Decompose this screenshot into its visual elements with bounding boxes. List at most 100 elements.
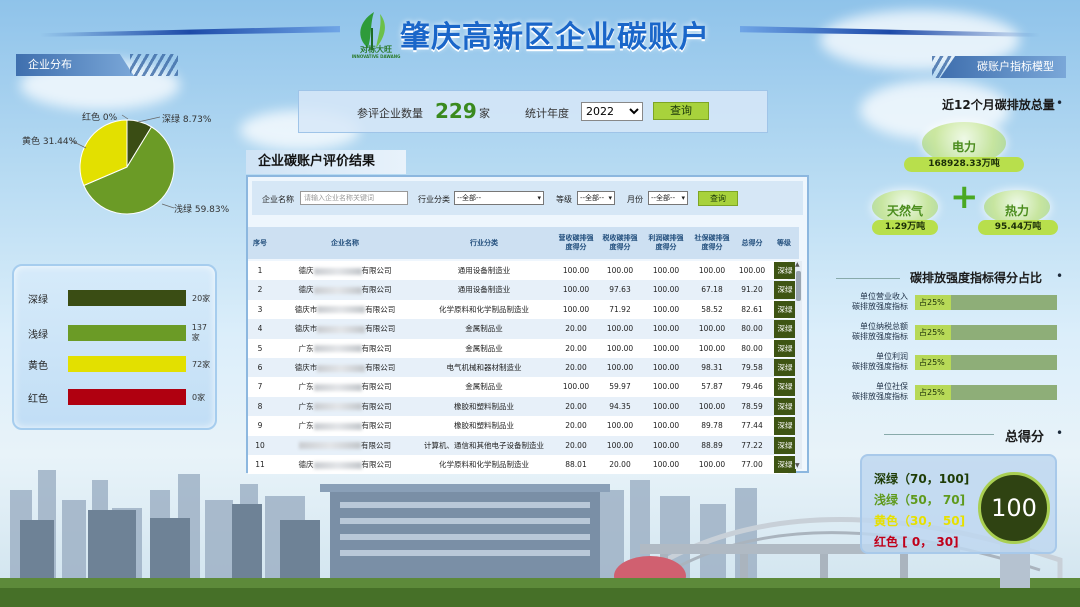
cell-total: 78.59 [741, 401, 763, 411]
share-title: 碳排放强度指标得分占比 [910, 271, 1043, 285]
cell-revenue: 20.00 [565, 363, 587, 372]
cell-social: 58.52 [701, 304, 723, 314]
table-scrollbar[interactable]: ▲ ▼ [795, 261, 802, 469]
stats-bar: 参评企业数量 229 家 统计年度 2022 查询 [298, 90, 768, 133]
cell-social: 88.89 [701, 440, 723, 450]
name-prefix: 广东 [298, 421, 314, 431]
level-badge: 深绿 [774, 262, 796, 280]
evaluation-table-panel: 企业名称 请输入企业名称关键词 行业分类 --全部-- ▾ 等级 --全部-- ▾ … [246, 175, 809, 475]
name-prefix: 德庆 [298, 266, 314, 275]
cell-social: 98.31 [701, 363, 723, 372]
table-row[interactable]: 4 德庆市 有限公司 金属制品业 20.00 100.00 100.00 100.00 80.0… [248, 319, 796, 339]
year-select[interactable]: 2022 [581, 102, 643, 121]
industry-select[interactable]: --全部-- ▾ [454, 191, 544, 205]
cell-tax: 100.00 [606, 343, 634, 353]
indicator-label-line1: 单位社保 [876, 382, 908, 391]
cell-tax: 100.00 [606, 324, 634, 334]
table-row[interactable]: 8 广东 有限公司 橡胶和塑料制品业 20.00 94.35 100.00 100.00 78.… [248, 396, 796, 417]
cell-profit: 100.00 [652, 401, 680, 411]
cell-name: 德庆 有限公司 [272, 261, 418, 280]
page-title: 肇庆高新区企业碳账户 [400, 20, 710, 55]
filter-level-label: 等级 [556, 195, 572, 204]
redacted-text [313, 403, 362, 411]
cell-industry: 电气机械和器材制造业 [446, 363, 522, 372]
score-range-yellow: 黄色（30， 50] [874, 514, 966, 528]
cell-profit: 100.00 [652, 304, 680, 314]
legend-bar [68, 290, 186, 306]
cell-industry: 通用设备制造业 [457, 285, 511, 295]
cell-tax: 97.63 [609, 285, 631, 295]
cell-profit: 100.00 [652, 266, 680, 275]
table-row[interactable]: 5 广东 有限公司 金属制品业 20.00 100.00 100.00 100.00 80.00… [248, 338, 796, 358]
cell-revenue: 100.00 [562, 285, 590, 295]
table-row[interactable]: 3 德庆市 有限公司 化学原料和化学制品制造业 100.00 71.92 100.00 58.… [248, 299, 796, 320]
cell-profit: 100.00 [652, 285, 680, 295]
scroll-thumb[interactable] [796, 271, 801, 301]
table-row[interactable]: 7 广东 有限公司 金属制品业 100.00 59.97 100.00 57.87 79.46 深… [248, 377, 796, 397]
indicator-bar: 占25% [915, 385, 1057, 400]
legend-bar [68, 389, 186, 405]
indicator-label-line2: 碳排放强度指标 [852, 332, 908, 341]
name-suffix: 有限公司 [361, 382, 392, 392]
name-prefix: 德庆市 [294, 304, 318, 314]
legend-count: 20家 [192, 293, 211, 303]
month-select[interactable]: --全部-- ▾ [648, 191, 688, 205]
cell-social: 89.78 [701, 421, 723, 431]
score-range-red: 红色 [ 0， 30] [874, 535, 959, 549]
pie-label-dark-green: 深绿 8.73% [162, 115, 212, 125]
table-row[interactable]: 6 德庆市 有限公司 电气机械和器材制造业 20.00 100.00 100.00 98.31… [248, 358, 796, 378]
scroll-up-icon[interactable]: ▲ [795, 261, 800, 268]
table-row[interactable]: 9 广东 有限公司 橡胶和塑料制品业 20.00 100.00 100.00 89.78 77.… [248, 416, 796, 436]
table-row[interactable]: 2 德庆 有限公司 通用设备制造业 100.00 97.63 100.00 67.18 91.2… [248, 280, 796, 300]
distribution-legend: 深绿 20家 浅绿 137家 黄色 72家 红色 0家 [12, 264, 217, 430]
stripes-decor [130, 54, 178, 76]
name-prefix: 德庆市 [294, 363, 318, 372]
cell-social: 100.00 [698, 324, 726, 334]
chevron-down-icon: ▾ [537, 194, 541, 202]
indicator-label: 单位社保 碳排放强度指标 [832, 382, 908, 402]
name-prefix: 广东 [298, 401, 314, 411]
name-suffix: 有限公司 [361, 343, 392, 353]
cell-industry: 计算机、通信和其他电子设备制造业 [424, 440, 544, 450]
th-name: 企业名称 [331, 238, 359, 247]
cell-total: 77.22 [741, 440, 763, 450]
filter-query-button[interactable]: 查询 [698, 191, 738, 206]
cell-total: 91.20 [741, 285, 763, 295]
table-row[interactable]: 10 有限公司 计算机、通信和其他电子设备制造业 20.00 100.00 100.00 8… [248, 435, 796, 455]
indicator-label-line1: 单位利润 [876, 352, 908, 361]
redacted-text [313, 345, 362, 353]
name-prefix: 德庆市 [294, 324, 318, 334]
th-seq: 序号 [253, 238, 267, 247]
th-profit: 利润碳排强度得分 [648, 234, 684, 251]
cell-seq: 2 [257, 285, 263, 295]
cell-name: 德庆市 有限公司 [272, 319, 418, 338]
name-suffix: 有限公司 [361, 440, 391, 450]
cell-social: 100.00 [698, 343, 726, 353]
legend-row-dark-green: 深绿 20家 [28, 290, 210, 306]
pie-label-light-green: 浅绿 59.83% [174, 205, 230, 215]
table-header: 序号 企业名称 行业分类 营收碳排强度得分 税收碳排强度得分 利润碳排强度得分 … [248, 227, 799, 259]
gas-value: 1.29万吨 [872, 220, 938, 235]
query-button[interactable]: 查询 [653, 102, 709, 120]
cell-seq: 1 [257, 266, 263, 275]
heat-name: 热力 [1004, 204, 1029, 218]
cell-seq: 3 [257, 304, 263, 314]
indicator-bar: 占25% [915, 325, 1057, 340]
indicator-label-line1: 单位纳税总额 [860, 322, 908, 331]
legend-count: 72家 [192, 359, 211, 369]
table-row[interactable]: 1 德庆 有限公司 通用设备制造业 100.00 100.00 100.00 100.00 10… [248, 261, 796, 281]
level-select[interactable]: --全部-- ▾ [577, 191, 615, 205]
indicator-fill: 占25% [915, 325, 951, 340]
cell-social: 67.18 [701, 285, 723, 295]
level-badge: 深绿 [774, 320, 796, 338]
indicator-label: 单位纳税总额 碳排放强度指标 [832, 322, 908, 342]
cell-industry: 化学原料和化学制品制造业 [439, 304, 529, 314]
cell-tax: 100.00 [606, 266, 634, 275]
cell-seq: 6 [257, 363, 263, 372]
pie-leader-line [137, 116, 161, 123]
chevron-down-icon: ▾ [681, 194, 685, 202]
cell-social: 100.00 [698, 401, 726, 411]
cell-name: 有限公司 [272, 436, 418, 455]
enterprise-name-input[interactable]: 请输入企业名称关键词 [300, 191, 408, 205]
cell-total: 100.00 [738, 266, 766, 275]
